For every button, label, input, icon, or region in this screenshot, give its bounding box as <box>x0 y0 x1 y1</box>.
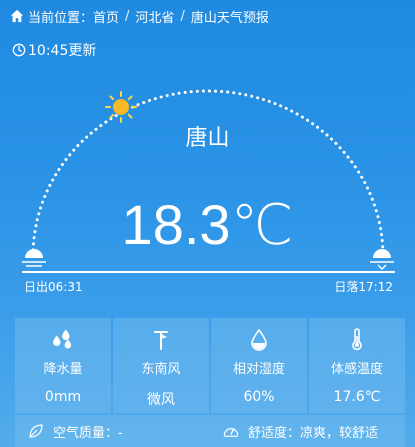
gauge-icon <box>223 428 239 437</box>
leaf-icon <box>29 424 43 438</box>
bottom-info-bar: 空气质量：- 舒适度：凉爽，较舒适 <box>15 415 405 447</box>
comfort-text: 舒适度：凉爽，较舒适 <box>248 425 379 441</box>
stat-wind: 东南风 微风 <box>113 318 209 413</box>
thermometer-icon <box>352 328 362 351</box>
current-temperature: 18.3℃ <box>121 193 294 256</box>
sunset-time: 日落17:12 <box>334 280 393 294</box>
stat-label: 东南风 <box>141 362 181 377</box>
stat-label: 体感温度 <box>330 362 383 377</box>
humidity-drop-icon <box>251 328 267 351</box>
air-quality: 空气质量：- <box>15 422 210 441</box>
city-name: 唐山 <box>185 126 230 151</box>
stat-label: 降水量 <box>43 362 83 377</box>
stat-value: 0mm <box>44 389 82 405</box>
weather-stats: 降水量 0mm 东南风 微风 相对湿度 60% 体感温度 17.6℃ <box>15 318 405 413</box>
air-quality-text: 空气质量：- <box>53 425 123 441</box>
stat-label: 相对湿度 <box>232 362 285 377</box>
stat-value: 60% <box>243 389 275 405</box>
sun-icon <box>105 91 137 123</box>
rain-drops-icon <box>53 329 72 349</box>
comfort-level: 舒适度：凉爽，较舒适 <box>210 422 405 441</box>
stat-feels-like: 体感温度 17.6℃ <box>309 318 405 413</box>
stat-value: 微风 <box>147 392 175 408</box>
stat-humidity: 相对湿度 60% <box>211 318 307 413</box>
sunrise-time: 日出06:31 <box>24 280 83 294</box>
stat-precipitation: 降水量 0mm <box>15 318 111 413</box>
stat-value: 17.6℃ <box>333 389 381 405</box>
wind-vane-icon <box>154 331 168 350</box>
